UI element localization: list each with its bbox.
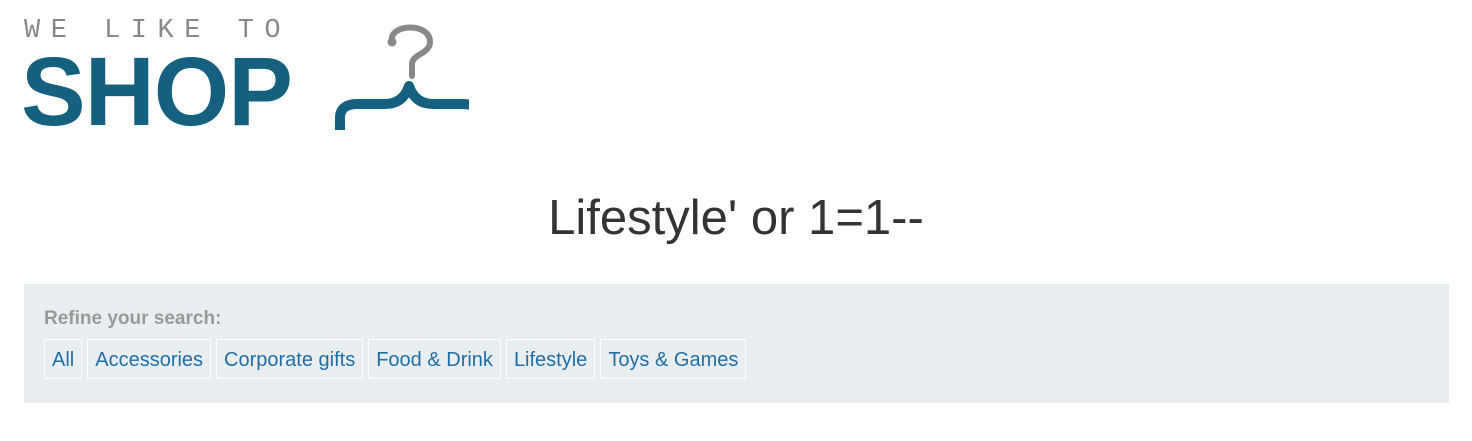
filter-label: Refine your search:	[44, 308, 222, 329]
page-title: Lifestyle' or 1=1--	[548, 191, 924, 245]
clothes-hanger-icon	[335, 24, 469, 130]
filter-link-corporate-gifts[interactable]: Corporate gifts	[216, 339, 364, 379]
filter-link-all[interactable]: All	[44, 339, 83, 379]
filter-link-accessories[interactable]: Accessories	[87, 339, 212, 379]
category-filter-list: All Accessories Corporate gifts Food & D…	[44, 339, 747, 379]
filter-panel: Refine your search: All Accessories Corp…	[24, 284, 1449, 403]
filter-link-toys-games[interactable]: Toys & Games	[600, 339, 747, 379]
site-logo[interactable]: WE LIKE TO SHOP	[21, 14, 469, 142]
page: WE LIKE TO SHOP Lifestyle' or 1=1-- Refi…	[0, 0, 1472, 441]
logo-wordmark: SHOP	[21, 37, 293, 146]
filter-link-food-drink[interactable]: Food & Drink	[368, 339, 501, 379]
filter-link-lifestyle[interactable]: Lifestyle	[505, 339, 596, 379]
